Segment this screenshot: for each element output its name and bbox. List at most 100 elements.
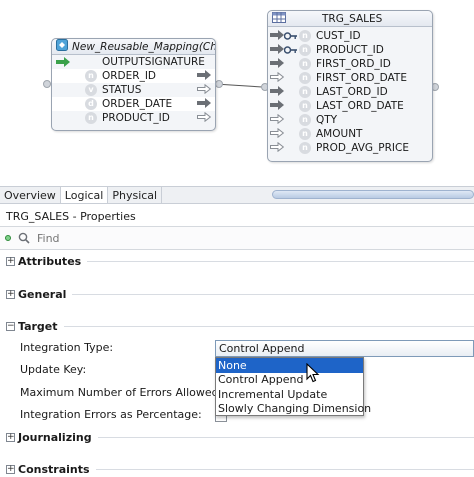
integration-type-combobox[interactable]: Control Append [215,340,474,357]
numeric-type-icon: n [299,72,311,84]
max-errors-label: Maximum Number of Errors Allowed: [20,386,223,399]
reusable-mapping-icon [56,39,68,54]
tab-logical[interactable]: Logical [60,187,109,203]
target-row-cust-id[interactable]: n CUST_ID [268,29,432,43]
section-target[interactable]: − Target [0,318,474,334]
target-row-prod-avg-price[interactable]: n PROD_AVG_PRICE [268,141,432,155]
mapping-row-product-id[interactable]: n PRODUCT_ID [52,111,215,125]
dropdown-option-incremental-update[interactable]: Incremental Update [216,387,363,402]
numeric-type-icon: n [299,44,311,56]
mouse-pointer-icon [306,363,320,383]
arrow-right-outline-icon [270,127,284,141]
target-datastore-node[interactable]: TRG_SALES n CUST_ID n PRODUCT_ID n FIRST… [267,10,433,162]
integration-errors-pct-label: Integration Errors as Percentage: [20,408,202,421]
target-row-first-ord-id[interactable]: n FIRST_ORD_ID [268,57,432,71]
section-attributes[interactable]: + Attributes [0,253,474,269]
date-type-icon: d [85,98,97,110]
section-divider [72,293,474,295]
target-row-label: FIRST_ORD_ID [316,58,391,70]
numeric-type-icon: n [85,112,97,124]
target-row-label: FIRST_ORD_DATE [316,72,407,84]
reusable-mapping-node-header[interactable]: New_Reusable_Mapping(Cha [52,39,215,55]
target-row-product-id[interactable]: n PRODUCT_ID [268,43,432,57]
mapping-row-output-signature[interactable]: OUTPUTSIGNATURE [52,55,215,69]
properties-find-input[interactable] [35,230,435,246]
target-row-label: PRODUCT_ID [316,44,384,56]
numeric-type-icon: n [299,128,311,140]
target-row-last-ord-id[interactable]: n LAST_ORD_ID [268,85,432,99]
arrow-right-outline-icon [270,113,284,127]
numeric-type-icon: n [299,142,311,154]
varchar-type-icon: v [85,84,97,96]
target-row-label: LAST_ORD_DATE [316,100,404,112]
mapping-row-order-id[interactable]: n ORDER_ID [52,69,215,83]
primary-key-icon [284,32,298,40]
datastore-table-icon [272,11,286,26]
mapping-row-label: ORDER_ID [102,70,157,82]
numeric-type-icon: n [299,58,311,70]
expand-icon[interactable]: + [6,432,15,442]
section-divider [97,436,474,438]
section-journalizing-title: Journalizing [18,430,92,444]
target-row-label: AMOUNT [316,128,363,140]
properties-panel-title: TRG_SALES - Properties [6,210,136,223]
target-row-label: CUST_ID [316,30,361,42]
numeric-type-icon: n [85,70,97,82]
mapping-row-order-date[interactable]: d ORDER_DATE [52,97,215,111]
section-attributes-title: Attributes [18,254,82,268]
section-divider [63,325,474,327]
target-row-qty[interactable]: n QTY [268,113,432,127]
section-target-title: Target [18,319,58,333]
target-node-title: TRG_SALES [322,12,383,25]
mapping-diagram-canvas[interactable]: New_Reusable_Mapping(Cha OUTPUTSIGNATURE… [0,0,474,185]
arrow-right-icon [197,69,211,83]
numeric-type-icon: n [299,30,311,42]
tab-physical[interactable]: Physical [108,187,163,203]
arrow-right-icon [270,29,284,43]
primary-key-icon [284,46,298,54]
expand-icon[interactable]: + [6,256,15,266]
section-constraints[interactable]: + Constraints [0,461,474,477]
section-divider [87,260,474,262]
horizontal-scrollbar-thumb[interactable] [272,190,474,199]
target-node-header[interactable]: TRG_SALES [268,11,432,27]
target-row-label: LAST_ORD_ID [316,86,388,98]
section-journalizing[interactable]: + Journalizing [0,429,474,445]
target-row-label: QTY [316,114,338,126]
reusable-mapping-node[interactable]: New_Reusable_Mapping(Cha OUTPUTSIGNATURE… [51,38,216,131]
arrow-right-icon [270,43,284,57]
arrow-right-icon [270,99,284,113]
mapping-row-label: OUTPUTSIGNATURE [102,56,205,68]
reusable-mapping-title: New_Reusable_Mapping(Cha [72,40,215,53]
expand-icon[interactable]: + [6,464,15,474]
section-constraints-title: Constraints [18,462,90,476]
dropdown-option-control-append[interactable]: Control Append [216,373,363,388]
mapping-row-label: ORDER_DATE [102,98,173,110]
target-row-last-ord-date[interactable]: n LAST_ORD_DATE [268,99,432,113]
section-general-title: General [18,287,67,301]
numeric-type-icon: n [299,86,311,98]
arrow-right-outline-icon [197,83,211,97]
mapping-row-status[interactable]: v STATUS [52,83,215,97]
expand-icon[interactable]: + [6,289,15,299]
mapping-row-label: STATUS [102,84,142,96]
mapping-node-output-port[interactable] [215,80,223,88]
tab-overview[interactable]: Overview [0,187,61,203]
mapping-node-input-port[interactable] [43,80,51,88]
arrow-right-outline-icon [197,111,211,125]
collapse-icon[interactable]: − [6,321,15,331]
arrow-right-outline-icon [270,141,284,155]
dropdown-option-slowly-changing-dimension[interactable]: Slowly Changing Dimension [216,402,371,417]
arrow-right-icon [270,85,284,99]
target-row-amount[interactable]: n AMOUNT [268,127,432,141]
integration-type-label: Integration Type: [20,341,114,354]
arrow-right-icon [270,57,284,71]
numeric-type-icon: n [299,100,311,112]
section-divider [95,468,474,470]
target-row-label: PROD_AVG_PRICE [316,142,409,154]
dropdown-option-none[interactable]: None [216,358,363,373]
target-row-first-ord-date[interactable]: n FIRST_ORD_DATE [268,71,432,85]
numeric-type-icon: n [299,114,311,126]
section-general[interactable]: + General [0,286,474,302]
properties-search-bar [0,226,474,250]
